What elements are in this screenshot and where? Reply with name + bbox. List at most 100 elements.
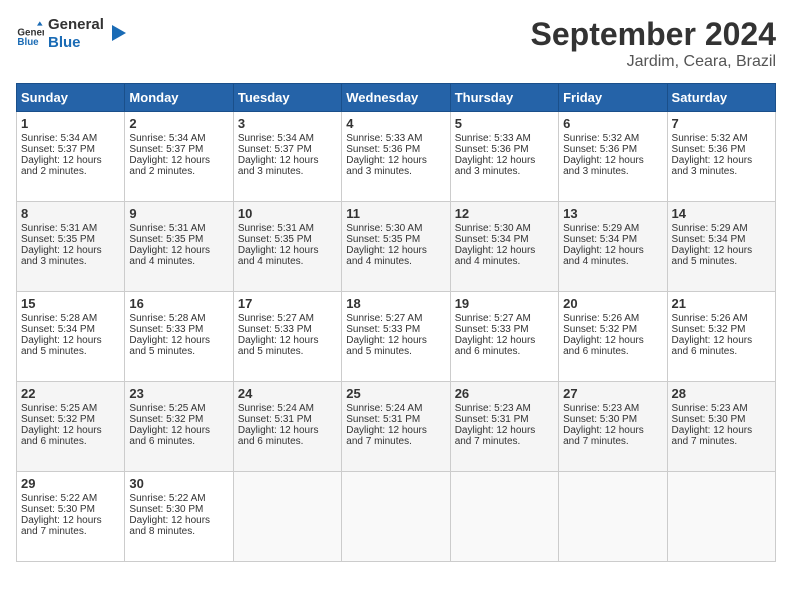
sunrise-label: Sunrise: 5:27 AM [346,313,422,324]
daylight-minutes: and 8 minutes. [129,526,195,537]
daylight-minutes: and 5 minutes. [346,346,412,357]
daylight-minutes: and 6 minutes. [672,346,738,357]
sunset-label: Sunset: 5:31 PM [346,414,420,425]
sunset-label: Sunset: 5:35 PM [346,234,420,245]
table-row: 5 Sunrise: 5:33 AM Sunset: 5:36 PM Dayli… [450,112,558,202]
calendar-week-row: 15 Sunrise: 5:28 AM Sunset: 5:34 PM Dayl… [17,292,776,382]
daylight-minutes: and 5 minutes. [238,346,304,357]
day-number: 8 [21,206,120,221]
col-wednesday: Wednesday [342,84,450,112]
day-number: 1 [21,116,120,131]
sunrise-label: Sunrise: 5:29 AM [563,223,639,234]
sunrise-label: Sunrise: 5:27 AM [238,313,314,324]
calendar-week-row: 22 Sunrise: 5:25 AM Sunset: 5:32 PM Dayl… [17,382,776,472]
sunrise-label: Sunrise: 5:22 AM [129,493,205,504]
sunset-label: Sunset: 5:34 PM [21,324,95,335]
logo-blue: Blue [48,34,104,52]
daylight-label: Daylight: 12 hours [21,425,102,436]
day-number: 28 [672,386,771,401]
table-row: 3 Sunrise: 5:34 AM Sunset: 5:37 PM Dayli… [233,112,341,202]
day-number: 24 [238,386,337,401]
logo-icon: General Blue [16,20,44,48]
sunrise-label: Sunrise: 5:28 AM [129,313,205,324]
day-number: 30 [129,476,228,491]
table-row: 12 Sunrise: 5:30 AM Sunset: 5:34 PM Dayl… [450,202,558,292]
daylight-label: Daylight: 12 hours [455,425,536,436]
sunrise-label: Sunrise: 5:33 AM [346,133,422,144]
sunset-label: Sunset: 5:30 PM [21,504,95,515]
calendar-table: Sunday Monday Tuesday Wednesday Thursday… [16,83,776,562]
daylight-minutes: and 5 minutes. [129,346,195,357]
daylight-minutes: and 4 minutes. [129,256,195,267]
table-row: 14 Sunrise: 5:29 AM Sunset: 5:34 PM Dayl… [667,202,775,292]
sunrise-label: Sunrise: 5:34 AM [129,133,205,144]
day-number: 6 [563,116,662,131]
col-monday: Monday [125,84,233,112]
table-row: 23 Sunrise: 5:25 AM Sunset: 5:32 PM Dayl… [125,382,233,472]
daylight-label: Daylight: 12 hours [129,515,210,526]
daylight-minutes: and 6 minutes. [238,436,304,447]
daylight-label: Daylight: 12 hours [346,245,427,256]
sunset-label: Sunset: 5:31 PM [455,414,529,425]
table-row: 1 Sunrise: 5:34 AM Sunset: 5:37 PM Dayli… [17,112,125,202]
table-row [342,472,450,562]
daylight-label: Daylight: 12 hours [238,245,319,256]
daylight-label: Daylight: 12 hours [129,425,210,436]
sunset-label: Sunset: 5:33 PM [346,324,420,335]
table-row: 29 Sunrise: 5:22 AM Sunset: 5:30 PM Dayl… [17,472,125,562]
table-row: 28 Sunrise: 5:23 AM Sunset: 5:30 PM Dayl… [667,382,775,472]
daylight-label: Daylight: 12 hours [238,425,319,436]
day-number: 11 [346,206,445,221]
sunrise-label: Sunrise: 5:32 AM [672,133,748,144]
daylight-minutes: and 6 minutes. [21,436,87,447]
sunrise-label: Sunrise: 5:30 AM [346,223,422,234]
daylight-minutes: and 7 minutes. [21,526,87,537]
calendar-week-row: 29 Sunrise: 5:22 AM Sunset: 5:30 PM Dayl… [17,472,776,562]
col-friday: Friday [559,84,667,112]
daylight-minutes: and 4 minutes. [346,256,412,267]
daylight-minutes: and 7 minutes. [672,436,738,447]
daylight-label: Daylight: 12 hours [21,335,102,346]
daylight-minutes: and 3 minutes. [672,166,738,177]
sunset-label: Sunset: 5:30 PM [672,414,746,425]
sunrise-label: Sunrise: 5:23 AM [672,403,748,414]
table-row: 7 Sunrise: 5:32 AM Sunset: 5:36 PM Dayli… [667,112,775,202]
sunrise-label: Sunrise: 5:24 AM [346,403,422,414]
daylight-label: Daylight: 12 hours [672,245,753,256]
daylight-minutes: and 6 minutes. [455,346,521,357]
day-number: 9 [129,206,228,221]
sunrise-label: Sunrise: 5:31 AM [129,223,205,234]
day-number: 25 [346,386,445,401]
daylight-label: Daylight: 12 hours [672,335,753,346]
daylight-label: Daylight: 12 hours [129,155,210,166]
sunset-label: Sunset: 5:36 PM [455,144,529,155]
table-row: 24 Sunrise: 5:24 AM Sunset: 5:31 PM Dayl… [233,382,341,472]
table-row: 11 Sunrise: 5:30 AM Sunset: 5:35 PM Dayl… [342,202,450,292]
day-number: 16 [129,296,228,311]
day-number: 7 [672,116,771,131]
calendar-week-row: 8 Sunrise: 5:31 AM Sunset: 5:35 PM Dayli… [17,202,776,292]
location-title: Jardim, Ceara, Brazil [531,53,776,71]
daylight-minutes: and 5 minutes. [21,346,87,357]
sunrise-label: Sunrise: 5:31 AM [21,223,97,234]
daylight-label: Daylight: 12 hours [672,425,753,436]
col-saturday: Saturday [667,84,775,112]
sunset-label: Sunset: 5:30 PM [563,414,637,425]
table-row: 20 Sunrise: 5:26 AM Sunset: 5:32 PM Dayl… [559,292,667,382]
sunset-label: Sunset: 5:34 PM [672,234,746,245]
daylight-label: Daylight: 12 hours [129,335,210,346]
daylight-label: Daylight: 12 hours [238,155,319,166]
daylight-label: Daylight: 12 hours [346,155,427,166]
table-row: 16 Sunrise: 5:28 AM Sunset: 5:33 PM Dayl… [125,292,233,382]
sunrise-label: Sunrise: 5:27 AM [455,313,531,324]
table-row: 9 Sunrise: 5:31 AM Sunset: 5:35 PM Dayli… [125,202,233,292]
daylight-minutes: and 7 minutes. [563,436,629,447]
sunset-label: Sunset: 5:35 PM [129,234,203,245]
daylight-minutes: and 4 minutes. [455,256,521,267]
day-number: 20 [563,296,662,311]
day-number: 13 [563,206,662,221]
calendar-week-row: 1 Sunrise: 5:34 AM Sunset: 5:37 PM Dayli… [17,112,776,202]
table-row [450,472,558,562]
daylight-minutes: and 7 minutes. [455,436,521,447]
sunrise-label: Sunrise: 5:26 AM [672,313,748,324]
